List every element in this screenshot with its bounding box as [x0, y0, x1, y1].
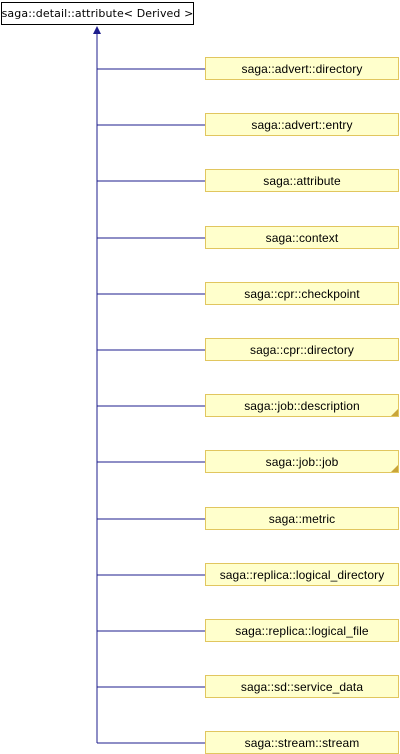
derived-class-node[interactable]: saga::stream::stream — [205, 731, 399, 754]
derived-class-node[interactable]: saga::replica::logical_directory — [205, 563, 399, 586]
derived-class-node[interactable]: saga::job::job — [205, 450, 399, 473]
derived-class-label: saga::advert::entry — [251, 117, 353, 132]
derived-class-label: saga::job::job — [265, 454, 339, 469]
derived-class-label: saga::replica::logical_file — [235, 623, 369, 638]
derived-class-label: saga::attribute — [263, 173, 341, 188]
derived-class-label: saga::stream::stream — [244, 735, 360, 750]
derived-class-label: saga::job::description — [244, 398, 360, 413]
derived-class-label: saga::advert::directory — [241, 61, 363, 76]
inheritance-diagram: saga::detail::attribute< Derived > saga:… — [0, 0, 400, 754]
derived-class-node[interactable]: saga::cpr::checkpoint — [205, 282, 399, 305]
derived-class-node[interactable]: saga::sd::service_data — [205, 675, 399, 698]
base-class-node[interactable]: saga::detail::attribute< Derived > — [1, 2, 194, 25]
derived-class-node[interactable]: saga::cpr::directory — [205, 338, 399, 361]
derived-class-node[interactable]: saga::attribute — [205, 169, 399, 192]
derived-class-node[interactable]: saga::context — [205, 226, 399, 249]
derived-class-node[interactable]: saga::job::description — [205, 394, 399, 417]
derived-class-node[interactable]: saga::replica::logical_file — [205, 619, 399, 642]
derived-class-label: saga::context — [265, 230, 339, 245]
derived-class-label: saga::sd::service_data — [240, 679, 364, 694]
derived-class-label: saga::cpr::directory — [249, 342, 355, 357]
inheritance-arrowhead — [93, 26, 101, 34]
derived-class-node[interactable]: saga::advert::entry — [205, 113, 399, 136]
base-class-label: saga::detail::attribute< Derived > — [1, 7, 194, 20]
derived-class-node[interactable]: saga::advert::directory — [205, 57, 399, 80]
derived-class-label: saga::metric — [268, 511, 336, 526]
derived-class-node[interactable]: saga::metric — [205, 507, 399, 530]
derived-class-label: saga::cpr::checkpoint — [244, 286, 360, 301]
derived-class-label: saga::replica::logical_directory — [219, 567, 385, 582]
